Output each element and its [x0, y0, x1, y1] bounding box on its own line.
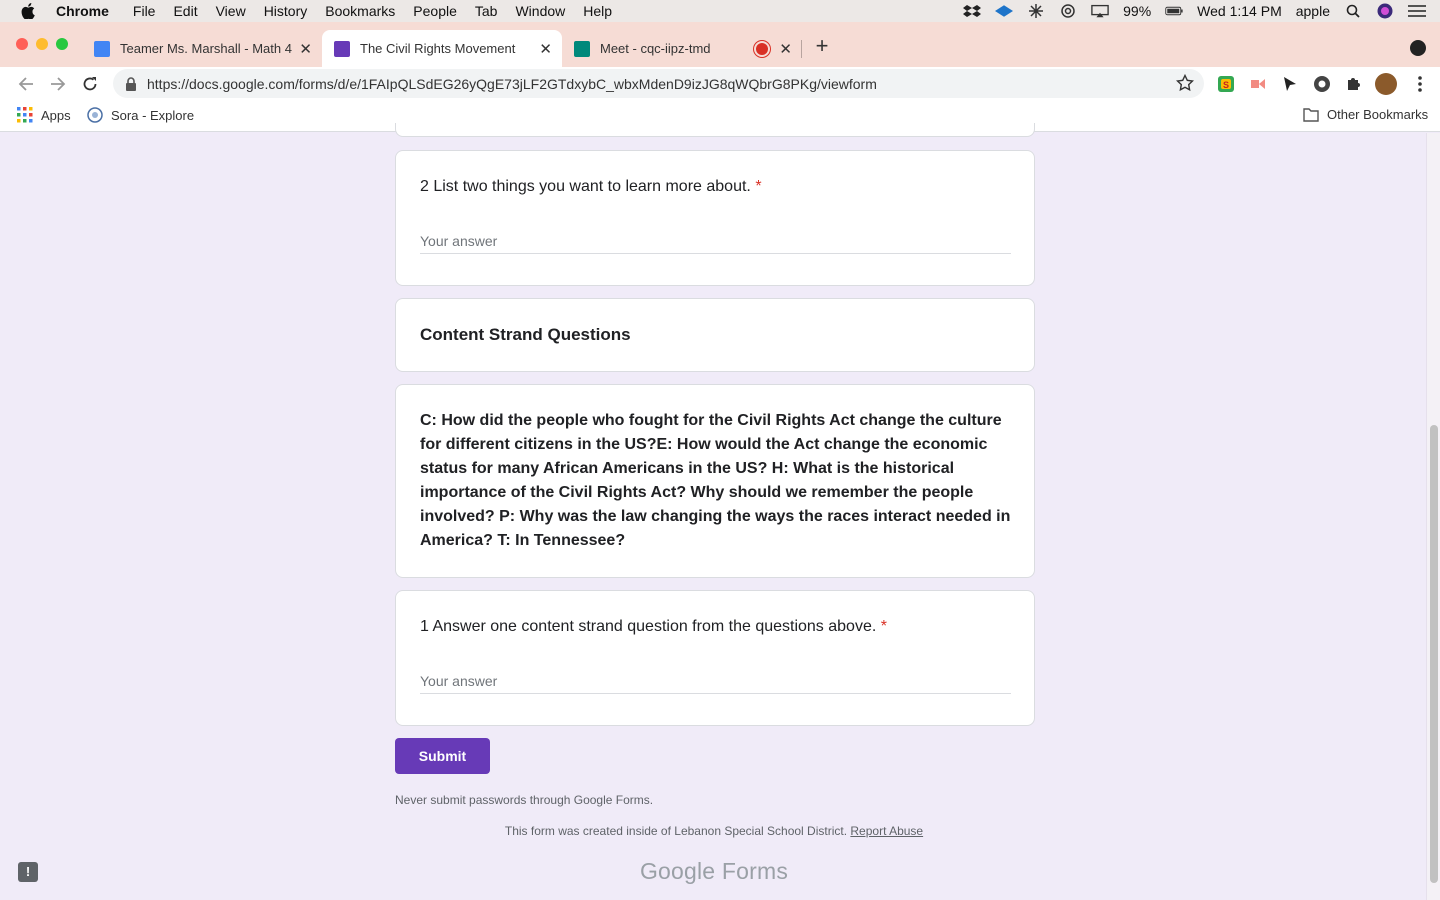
required-asterisk: *	[755, 178, 762, 195]
question-label: 1 Answer one content strand question fro…	[420, 618, 877, 635]
menu-app-name[interactable]: Chrome	[56, 3, 109, 19]
password-warning: Never submit passwords through Google Fo…	[395, 793, 654, 807]
bookmark-apps-label: Apps	[41, 107, 71, 123]
close-window-button[interactable]	[16, 38, 28, 50]
google-forms-logo[interactable]: Google Forms	[0, 858, 1428, 885]
menu-help[interactable]: Help	[583, 3, 612, 19]
recording-indicator-icon	[756, 42, 768, 55]
section-title: Content Strand Questions	[420, 325, 631, 344]
back-button[interactable]	[15, 73, 37, 95]
sora-icon	[87, 107, 103, 123]
new-tab-button[interactable]: +	[812, 35, 832, 57]
battery-icon[interactable]	[1165, 4, 1183, 18]
tab-title: Teamer Ms. Marshall - Math 4t	[120, 41, 292, 56]
reload-button[interactable]	[79, 73, 101, 95]
section-description: C: How did the people who fought for the…	[420, 412, 1011, 549]
apps-grid-icon	[17, 107, 33, 123]
vpn-icon[interactable]	[995, 4, 1014, 18]
bookmark-apps[interactable]: Apps	[17, 107, 71, 123]
google-forms-icon	[334, 40, 350, 57]
browser-toolbar: https://docs.google.com/forms/d/e/1FAIpQ…	[0, 67, 1440, 100]
extension-status-icon[interactable]	[1027, 4, 1045, 18]
page-scrollbar[interactable]	[1426, 133, 1440, 900]
close-tab-icon[interactable]: ✕	[539, 40, 552, 58]
menu-people[interactable]: People	[413, 3, 457, 19]
clock[interactable]: Wed 1:14 PM	[1197, 3, 1282, 19]
created-by-text: This form was created inside of Lebanon …	[504, 824, 848, 838]
description-card: C: How did the people who fought for the…	[395, 384, 1035, 578]
pointer-extension-icon[interactable]	[1280, 74, 1300, 94]
menu-window[interactable]: Window	[515, 3, 565, 19]
forward-button[interactable]	[47, 73, 69, 95]
google-meet-icon	[574, 40, 590, 57]
extension-globe-icon[interactable]	[1312, 74, 1332, 94]
tab-search-icon[interactable]	[1410, 40, 1426, 56]
siri-icon[interactable]	[1376, 3, 1394, 19]
tab-teamer[interactable]: Teamer Ms. Marshall - Math 4t ✕	[82, 30, 322, 67]
url-text[interactable]: https://docs.google.com/forms/d/e/1FAIpQ…	[147, 76, 877, 92]
extensions-puzzle-icon[interactable]	[1344, 74, 1364, 94]
tab-title: The Civil Rights Movement	[360, 41, 516, 56]
bookmark-star-icon[interactable]	[1175, 73, 1195, 97]
menu-history[interactable]: History	[264, 3, 308, 19]
menu-tab[interactable]: Tab	[475, 3, 498, 19]
user-name[interactable]: apple	[1296, 3, 1330, 19]
screencastify-extension-icon[interactable]	[1248, 74, 1268, 94]
feedback-icon[interactable]: !	[18, 862, 38, 882]
question-label: 2 List two things you want to learn more…	[420, 178, 751, 195]
browser-menu-icon[interactable]	[1410, 74, 1430, 94]
airplay-icon[interactable]	[1091, 4, 1109, 18]
question-title: 1 Answer one content strand question fro…	[420, 618, 887, 636]
address-bar[interactable]: https://docs.google.com/forms/d/e/1FAIpQ…	[113, 69, 1204, 98]
report-abuse-link[interactable]: Report Abuse	[850, 824, 923, 838]
menu-file[interactable]: File	[133, 3, 156, 19]
battery-percent: 99%	[1123, 3, 1152, 19]
svg-text:S: S	[1223, 80, 1229, 90]
submit-button[interactable]: Submit	[395, 738, 490, 774]
dropbox-icon[interactable]	[963, 4, 982, 18]
bookmark-other-label: Other Bookmarks	[1327, 107, 1429, 122]
tab-civil-rights[interactable]: The Civil Rights Movement ✕	[322, 30, 562, 67]
person-icon	[94, 40, 110, 57]
bookmark-other[interactable]: Other Bookmarks	[1303, 107, 1428, 122]
lock-icon[interactable]	[125, 76, 137, 91]
section-header-card: Content Strand Questions	[395, 298, 1035, 372]
form-page: 2 List two things you want to learn more…	[0, 123, 1428, 900]
menu-edit[interactable]: Edit	[173, 3, 197, 19]
required-asterisk: *	[880, 618, 887, 635]
menu-view[interactable]: View	[216, 3, 246, 19]
question-card-1: 1 Answer one content strand question fro…	[395, 590, 1035, 726]
bookmark-sora-label: Sora - Explore	[111, 107, 195, 123]
question-card-2: 2 List two things you want to learn more…	[395, 150, 1035, 286]
apple-logo-icon[interactable]	[20, 3, 36, 19]
sora-extension-icon[interactable]: S	[1216, 74, 1236, 94]
spotlight-search-icon[interactable]	[1344, 4, 1362, 18]
zoom-window-button[interactable]	[56, 38, 68, 50]
folder-icon	[1303, 107, 1319, 122]
bookmark-sora[interactable]: Sora - Explore	[87, 107, 194, 123]
tab-divider	[801, 40, 802, 58]
close-tab-icon[interactable]: ✕	[299, 40, 312, 58]
status-area: 99% Wed 1:14 PM apple	[963, 0, 1426, 22]
question-title: 2 List two things you want to learn more…	[420, 178, 762, 196]
form-footer: This form was created inside of Lebanon …	[0, 824, 1428, 838]
previous-question-card	[395, 123, 1035, 137]
answer-input-q2[interactable]	[420, 233, 1011, 254]
window-controls	[16, 38, 68, 50]
tab-meet[interactable]: Meet - cqc-iipz-tmd ✕	[562, 30, 802, 67]
menu-bookmarks[interactable]: Bookmarks	[325, 3, 395, 19]
profile-avatar[interactable]	[1375, 73, 1397, 95]
minimize-window-button[interactable]	[36, 38, 48, 50]
answer-input-q1[interactable]	[420, 673, 1011, 694]
close-tab-icon[interactable]: ✕	[779, 40, 792, 58]
tab-title: Meet - cqc-iipz-tmd	[600, 41, 711, 56]
notification-center-icon[interactable]	[1408, 4, 1426, 18]
creative-cloud-icon[interactable]	[1059, 4, 1077, 18]
scrollbar-thumb[interactable]	[1430, 425, 1438, 883]
tab-strip: Teamer Ms. Marshall - Math 4t ✕ The Civi…	[0, 22, 1440, 67]
macos-menu-bar: Chrome File Edit View History Bookmarks …	[0, 0, 1440, 22]
